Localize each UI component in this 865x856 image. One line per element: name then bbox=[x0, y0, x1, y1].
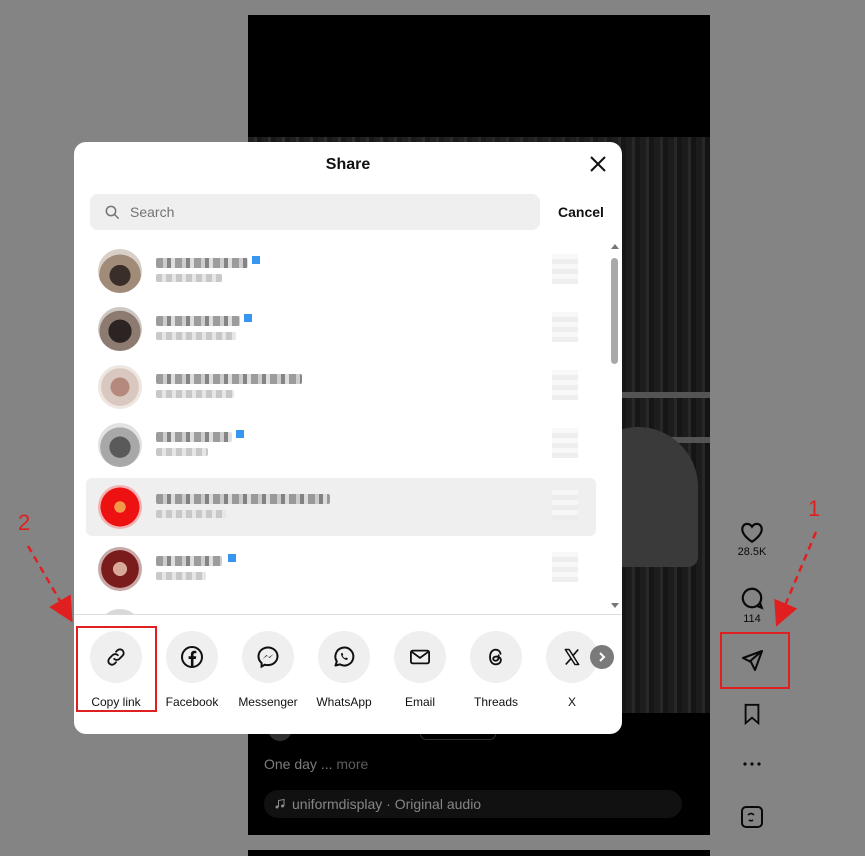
verified-badge bbox=[236, 430, 244, 438]
scroll-down-arrow[interactable] bbox=[611, 603, 619, 608]
threads-icon bbox=[489, 648, 502, 666]
avatar bbox=[98, 547, 142, 591]
share-threads[interactable]: Threads bbox=[458, 631, 534, 709]
annotation-box-copy-link bbox=[76, 626, 157, 712]
select-toggle[interactable] bbox=[552, 254, 578, 284]
email-icon bbox=[410, 649, 430, 665]
search-input[interactable] bbox=[130, 204, 510, 220]
list-item[interactable] bbox=[86, 242, 596, 300]
list-item[interactable] bbox=[86, 416, 596, 474]
x-icon bbox=[564, 648, 580, 666]
close-icon bbox=[590, 156, 606, 172]
share-label: Threads bbox=[473, 695, 519, 709]
share-label: Facebook bbox=[165, 695, 219, 709]
contact-name-blurred bbox=[156, 374, 302, 384]
select-toggle[interactable] bbox=[552, 490, 578, 520]
select-toggle[interactable] bbox=[552, 552, 578, 582]
search-icon bbox=[105, 205, 120, 220]
annotation-number-2: 2 bbox=[18, 510, 31, 535]
avatar bbox=[98, 423, 142, 467]
share-label: Messenger bbox=[238, 695, 298, 709]
contact-name-blurred bbox=[156, 494, 330, 504]
contact-sub-blurred bbox=[156, 448, 208, 456]
close-button[interactable] bbox=[588, 154, 608, 174]
annotation-box-share bbox=[720, 632, 790, 689]
scroll-up-arrow[interactable] bbox=[611, 244, 619, 249]
list-item[interactable] bbox=[86, 300, 596, 358]
select-toggle[interactable] bbox=[552, 312, 578, 342]
scrollbar[interactable] bbox=[610, 242, 620, 614]
chevron-right-icon bbox=[599, 652, 606, 662]
messenger-icon bbox=[257, 646, 279, 669]
cancel-button[interactable]: Cancel bbox=[558, 204, 604, 220]
select-toggle[interactable] bbox=[552, 370, 578, 400]
share-label: WhatsApp bbox=[316, 695, 372, 709]
search-field[interactable] bbox=[90, 194, 540, 230]
contact-sub-blurred bbox=[156, 572, 206, 580]
contact-name-blurred bbox=[156, 556, 222, 566]
whatsapp-icon bbox=[334, 646, 355, 667]
facebook-icon bbox=[181, 646, 203, 668]
share-messenger[interactable]: Messenger bbox=[230, 631, 306, 709]
share-whatsapp[interactable]: WhatsApp bbox=[306, 631, 382, 709]
contact-sub-blurred bbox=[156, 390, 234, 398]
select-toggle[interactable] bbox=[552, 428, 578, 458]
verified-badge bbox=[252, 256, 260, 264]
avatar bbox=[98, 249, 142, 293]
next-options-button[interactable] bbox=[590, 645, 614, 669]
scroll-thumb[interactable] bbox=[611, 258, 618, 364]
list-item[interactable] bbox=[86, 478, 596, 536]
list-item[interactable] bbox=[86, 602, 596, 614]
share-icon-circle bbox=[318, 631, 370, 683]
list-item[interactable] bbox=[86, 540, 596, 598]
annotation-number-1: 1 bbox=[808, 496, 821, 521]
contact-sub-blurred bbox=[156, 332, 236, 340]
verified-badge bbox=[228, 554, 236, 562]
share-icon-circle bbox=[166, 631, 218, 683]
contact-name-blurred bbox=[156, 316, 240, 326]
verified-badge bbox=[244, 314, 252, 322]
contact-name-blurred bbox=[156, 432, 232, 442]
share-x[interactable]: X bbox=[534, 631, 610, 709]
contact-list[interactable] bbox=[74, 242, 622, 614]
share-facebook[interactable]: Facebook bbox=[154, 631, 230, 709]
avatar bbox=[98, 485, 142, 529]
share-icon-circle bbox=[394, 631, 446, 683]
avatar bbox=[98, 365, 142, 409]
share-icon-circle bbox=[470, 631, 522, 683]
share-icon-circle bbox=[242, 631, 294, 683]
contact-sub-blurred bbox=[156, 510, 226, 518]
share-label: Email bbox=[404, 695, 435, 709]
list-item[interactable] bbox=[86, 358, 596, 416]
share-email[interactable]: Email bbox=[382, 631, 458, 709]
dialog-title: Share bbox=[325, 156, 371, 173]
contact-name-blurred bbox=[156, 258, 248, 268]
share-label: X bbox=[567, 695, 576, 709]
avatar bbox=[98, 307, 142, 351]
contact-sub-blurred bbox=[156, 274, 222, 282]
